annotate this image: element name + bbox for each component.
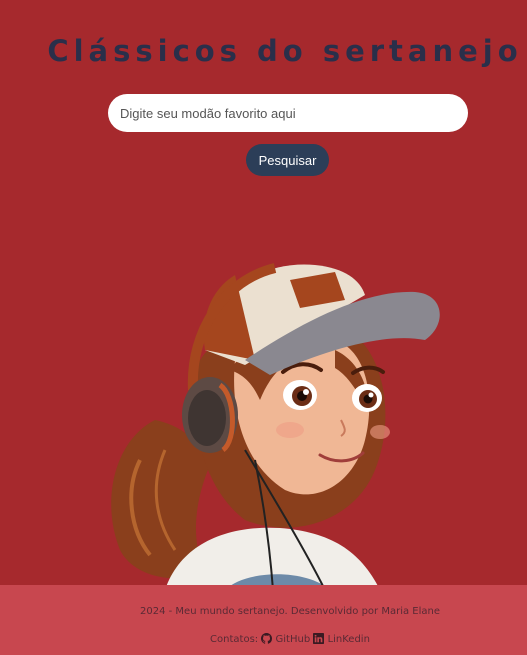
search-input[interactable] [108, 94, 468, 132]
footer-contacts: Contatos: GitHub LinKedin [0, 633, 527, 645]
contacts-label: Contatos: [210, 634, 259, 645]
linkedin-label: LinKedin [327, 634, 370, 645]
girl-with-headphones-illustration [111, 263, 440, 590]
footer-copyright: 2024 - Meu mundo sertanejo. Desenvolvido… [140, 606, 440, 617]
github-icon [261, 633, 273, 644]
page-title: Clássicos do sertanejo [47, 34, 523, 68]
footer: 2024 - Meu mundo sertanejo. Desenvolvido… [0, 585, 527, 655]
github-link[interactable]: GitHub [261, 633, 313, 645]
linkedin-link[interactable]: LinKedin [313, 633, 370, 645]
search-button[interactable]: Pesquisar [246, 144, 329, 176]
github-label: GitHub [275, 634, 311, 645]
linkedin-icon [313, 633, 325, 644]
